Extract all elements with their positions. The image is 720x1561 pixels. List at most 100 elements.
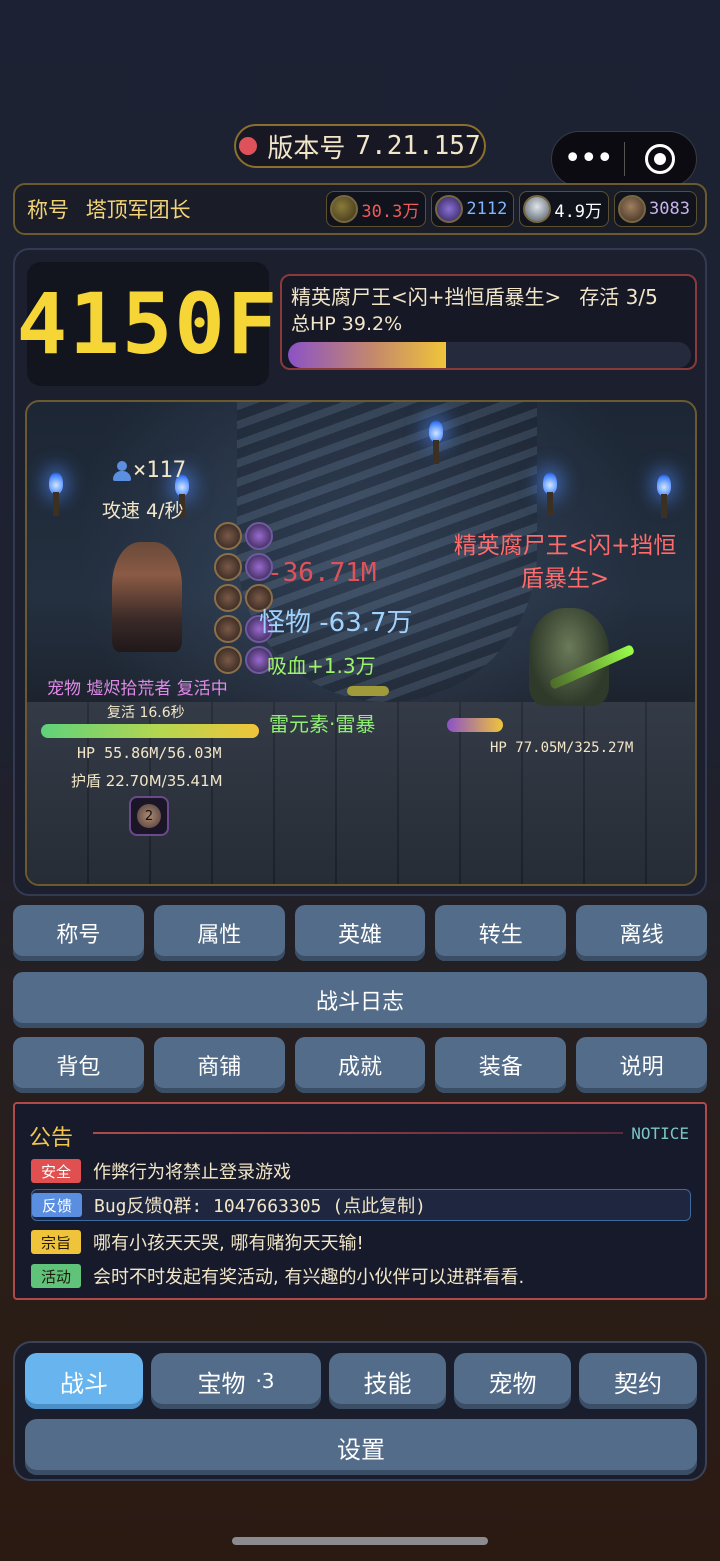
- home-indicator[interactable]: [232, 1537, 488, 1545]
- resource-stone-value: 3083: [649, 199, 690, 219]
- skill-icon: [214, 646, 242, 674]
- notice-text: 作弊行为将禁止登录游戏: [93, 1162, 291, 1183]
- notice-item-motto: 宗旨 哪有小孩天天哭, 哪有赌狗天天输!: [31, 1229, 364, 1255]
- tab-battle[interactable]: 战斗: [25, 1353, 143, 1409]
- notice-divider: [93, 1132, 623, 1134]
- element-name: 雷元素·雷暴: [269, 712, 376, 736]
- floor-display: 4150F: [17, 262, 277, 386]
- lifesteal-text: 吸血+1.3万: [267, 654, 376, 678]
- resource-vortex: 2112: [431, 191, 515, 227]
- tab-label: 宝物: [197, 1369, 246, 1398]
- hero-count-value: ×117: [133, 458, 186, 483]
- skill-icon-grid: [214, 522, 273, 674]
- boss-total-hp-label: 总HP 39.2%: [291, 313, 403, 335]
- resource-gold-value: 30.3万: [361, 201, 420, 222]
- boss-info-name: 精英腐尸王<闪+挡恒盾暴生>: [291, 285, 562, 309]
- title-label: 称号: [27, 198, 69, 222]
- monster-damage: 怪物 -63.7万: [259, 608, 413, 638]
- hero-count: ×117: [113, 458, 186, 483]
- skill-icon: [245, 522, 273, 550]
- buff-stack-count: 2: [137, 804, 161, 828]
- torch-icon: [427, 420, 445, 464]
- tab-skills[interactable]: 技能: [329, 1353, 446, 1409]
- tab-treasure-count: ·3: [255, 1369, 275, 1393]
- tab-label: 宠物: [488, 1369, 537, 1398]
- heroes-button[interactable]: 英雄: [294, 905, 426, 961]
- attributes-button[interactable]: 属性: [153, 905, 285, 961]
- offline-button[interactable]: 离线: [576, 905, 707, 961]
- skill-icon: [214, 584, 242, 612]
- notice-board: 公告 NOTICE 安全 作弊行为将禁止登录游戏 反馈 Bug反馈Q群: 104…: [13, 1102, 707, 1300]
- tab-label: 契约: [614, 1369, 662, 1398]
- boss-total-hp-fill: [288, 342, 446, 368]
- person-icon: [113, 460, 131, 481]
- tab-label: 技能: [363, 1369, 412, 1398]
- notice-item-security: 安全 作弊行为将禁止登录游戏: [31, 1158, 291, 1184]
- boss-sprite: [529, 608, 609, 706]
- shop-button[interactable]: 商铺: [153, 1037, 285, 1093]
- battle-log-row: 战斗日志: [13, 972, 707, 1028]
- resource-group: 30.3万 2112 4.9万 3083: [326, 191, 697, 227]
- menu-row-2: 背包 商铺 成就 装备 说明: [13, 1037, 707, 1093]
- title-value: 塔顶军团长: [85, 198, 191, 222]
- close-miniprogram-icon[interactable]: [625, 144, 697, 174]
- tab-contract[interactable]: 契约: [579, 1353, 697, 1409]
- hero-sprite: [112, 542, 182, 652]
- boss-info-line: 精英腐尸王<闪+挡恒盾暴生> 存活 3/5: [291, 281, 658, 310]
- torch-icon: [541, 472, 559, 516]
- settings-button[interactable]: 设置: [25, 1419, 697, 1475]
- backpack-button[interactable]: 背包: [13, 1037, 144, 1093]
- notice-title: 公告: [29, 1126, 74, 1151]
- more-options-icon[interactable]: •••: [552, 131, 624, 187]
- bottom-tab-row: 战斗 宝物 ·3 技能 宠物 契约: [25, 1353, 697, 1409]
- torch-icon: [655, 474, 673, 518]
- notice-tag: 宗旨: [31, 1230, 81, 1254]
- achievements-button[interactable]: 成就: [294, 1037, 426, 1093]
- gold-coin-icon: [330, 195, 359, 223]
- water-drop-icon: [523, 195, 552, 223]
- tab-pets[interactable]: 宠物: [454, 1353, 571, 1409]
- boss-alive-count: 存活 3/5: [579, 285, 658, 309]
- notice-text: 会时不时发起有奖活动, 有兴趣的小伙伴可以进群看看.: [93, 1267, 525, 1288]
- notice-item-events: 活动 会时不时发起有奖活动, 有兴趣的小伙伴可以进群看看.: [31, 1263, 524, 1289]
- boss-name: 精英腐尸王<闪+挡恒盾暴生>: [453, 533, 677, 592]
- player-title-bar: 称号 塔顶军团长 30.3万 2112 4.9万 3083: [13, 183, 707, 235]
- boss-info-box: 精英腐尸王<闪+挡恒盾暴生> 存活 3/5 总HP 39.2%: [280, 274, 697, 370]
- hero-shield-text: 护盾 22.70M/35.41M: [71, 772, 223, 790]
- hero-hp-bar: [41, 724, 259, 738]
- element-bar: [347, 686, 389, 696]
- tab-treasure[interactable]: 宝物 ·3: [151, 1353, 321, 1409]
- vortex-icon: [435, 195, 464, 223]
- boss-hp-bar: [447, 718, 503, 732]
- notice-item-feedback[interactable]: 反馈 Bug反馈Q群: 1047663305 (点此复制): [31, 1189, 691, 1221]
- resource-drop-value: 4.9万: [554, 201, 603, 222]
- resource-gold: 30.3万: [326, 191, 427, 227]
- skill-icon: [214, 553, 242, 581]
- stone-icon: [618, 195, 647, 223]
- battle-panel: 4150F 精英腐尸王<闪+挡恒盾暴生> 存活 3/5 总HP 39.2% ×11…: [13, 248, 707, 896]
- version-value: 7.21.157: [355, 131, 481, 161]
- rebirth-button[interactable]: 转生: [435, 905, 567, 961]
- menu-row-1: 称号 属性 英雄 转生 离线: [13, 905, 707, 961]
- buff-badge[interactable]: 2: [129, 796, 169, 836]
- notice-tag: 活动: [31, 1264, 81, 1288]
- boss-hp-text: HP 77.05M/325.27M: [490, 740, 634, 756]
- bottom-navigation: 战斗 宝物 ·3 技能 宠物 契约 设置: [13, 1341, 707, 1481]
- battle-log-button[interactable]: 战斗日志: [13, 972, 707, 1028]
- equipment-button[interactable]: 装备: [435, 1037, 567, 1093]
- resource-vortex-value: 2112: [466, 199, 508, 219]
- status-dot-icon: [239, 137, 258, 155]
- tab-label: 战斗: [60, 1369, 108, 1398]
- torch-icon: [47, 472, 65, 516]
- notice-text: 哪有小孩天天哭, 哪有赌狗天天输!: [93, 1233, 364, 1254]
- title-button[interactable]: 称号: [13, 905, 144, 961]
- notice-title-en: NOTICE: [631, 1124, 689, 1143]
- notice-tag: 反馈: [32, 1193, 82, 1217]
- version-pill: 版本号 7.21.157: [234, 124, 486, 168]
- hero-hp-text: HP 55.86M/56.03M: [77, 744, 222, 762]
- player-title: 称号 塔顶军团长: [27, 194, 191, 224]
- skill-icon: [214, 522, 242, 550]
- damage-number: -36.71M: [267, 558, 377, 588]
- boss-total-hp-bar: [288, 342, 691, 368]
- help-button[interactable]: 说明: [576, 1037, 707, 1093]
